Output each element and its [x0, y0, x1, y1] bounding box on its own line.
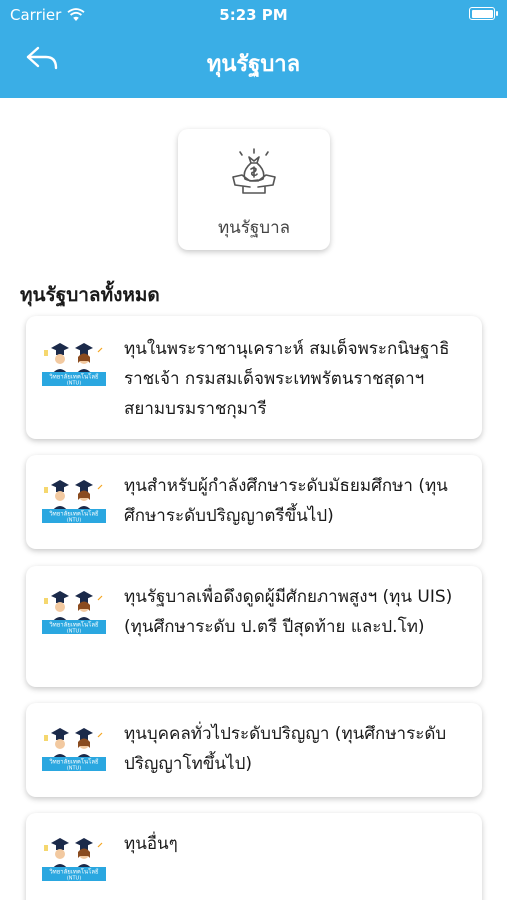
scholarship-item-4[interactable]: วิทยาลัยเทคโนโลยี (NTU) ทุนบุคคลทั่วไประ…: [26, 703, 482, 797]
svg-text:วิทยาลัยเทคโนโลยี: วิทยาลัยเทคโนโลยี: [49, 758, 99, 766]
graduates-thumbnail-icon: วิทยาลัยเทคโนโลยี (NTU): [42, 343, 106, 387]
graduates-thumbnail-icon: วิทยาลัยเทคโนโลยี (NTU): [42, 838, 106, 882]
scholarship-title: ทุนสำหรับผู้กำลังศึกษาระดับมัธยมศึกษา (ท…: [124, 476, 448, 526]
scholarship-item-3[interactable]: วิทยาลัยเทคโนโลยี (NTU) ทุนรัฐบาลเพื่อดึ…: [26, 566, 482, 687]
svg-text:(NTU): (NTU): [67, 876, 81, 882]
svg-text:(NTU): (NTU): [67, 381, 81, 387]
page-title: ทุนรัฐบาล: [206, 52, 301, 77]
top-bar: Carrier 5:23 PM ทุนรัฐบาล: [0, 0, 507, 98]
scholarship-title: ทุนในพระราชานุเคราะห์ สมเด็จพระกนิษฐาธิร…: [124, 339, 450, 419]
graduates-thumbnail-icon: วิทยาลัยเทคโนโลยี (NTU): [42, 728, 106, 772]
status-bar: Carrier 5:23 PM: [0, 0, 507, 30]
scholarship-item-5[interactable]: วิทยาลัยเทคโนโลยี (NTU) ทุนอื่นๆ: [26, 813, 482, 900]
status-time: 5:23 PM: [219, 6, 288, 24]
svg-text:วิทยาลัยเทคโนโลยี: วิทยาลัยเทคโนโลยี: [49, 510, 99, 518]
scholarship-title: ทุนรัฐบาลเพื่อดึงดูดผู้มีศักยภาพสูงฯ (ทุ…: [124, 587, 453, 637]
category-card-government[interactable]: ทุนรัฐบาล: [178, 129, 330, 250]
svg-text:วิทยาลัยเทคโนโลยี: วิทยาลัยเทคโนโลยี: [49, 373, 99, 381]
svg-text:วิทยาลัยเทคโนโลยี: วิทยาลัยเทคโนโลยี: [49, 868, 99, 876]
svg-text:วิทยาลัยเทคโนโลยี: วิทยาลัยเทคโนโลยี: [49, 621, 99, 629]
graduates-thumbnail-icon: วิทยาลัยเทคโนโลยี (NTU): [42, 591, 106, 635]
svg-text:(NTU): (NTU): [67, 629, 81, 635]
scholarship-title: ทุนอื่นๆ: [124, 834, 178, 854]
money-bag-hands-icon: [232, 148, 276, 194]
section-heading: ทุนรัฐบาลทั้งหมด: [20, 284, 160, 306]
battery-icon: [469, 7, 498, 20]
nav-bar: ทุนรัฐบาล: [0, 36, 507, 86]
svg-text:(NTU): (NTU): [67, 518, 81, 524]
graduates-thumbnail-icon: วิทยาลัยเทคโนโลยี (NTU): [42, 480, 106, 524]
svg-text:(NTU): (NTU): [67, 766, 81, 772]
scholarship-item-2[interactable]: วิทยาลัยเทคโนโลยี (NTU) ทุนสำหรับผู้กำลั…: [26, 455, 482, 549]
scholarship-title: ทุนบุคคลทั่วไประดับปริญญา (ทุนศึกษาระดับ…: [124, 724, 447, 774]
category-label: ทุนรัฐบาล: [217, 218, 291, 238]
scholarship-item-1[interactable]: วิทยาลัยเทคโนโลยี (NTU) ทุนในพระราชานุเค…: [26, 316, 482, 439]
